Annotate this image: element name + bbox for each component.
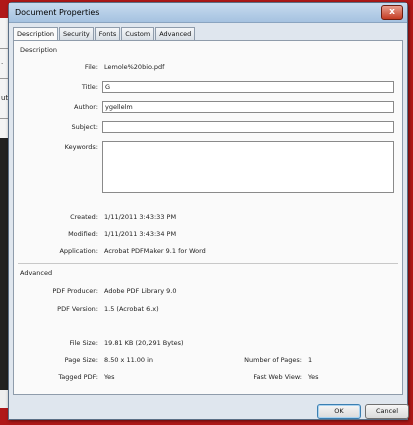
file-size-label: File Size: [69,339,98,347]
cancel-button[interactable]: Cancel [365,404,409,419]
dialog-titlebar[interactable]: Document Properties x [9,3,407,23]
pdf-producer-value: Adobe PDF Library 9.0 [104,287,177,295]
title-field[interactable]: G [102,81,394,93]
page-size-label: Page Size: [64,356,98,364]
title-label: Title: [81,83,98,91]
tab-description[interactable]: Description [13,27,59,41]
application-label: Application: [59,247,98,255]
pdf-producer-label: PDF Producer: [52,287,98,295]
number-of-pages-label: Number of Pages: [244,356,302,364]
dialog-title: Document Properties [15,8,100,17]
description-section-label: Description [20,46,58,54]
tab-bar: Description Security Fonts Custom Advanc… [13,27,196,41]
tagged-pdf-value: Yes [104,373,115,381]
file-size-value: 19.81 KB (20,291 Bytes) [104,339,184,347]
subject-label: Subject: [71,123,99,131]
tab-fonts[interactable]: Fonts [94,27,121,40]
tagged-pdf-label: Tagged PDF: [58,373,98,381]
number-of-pages-value: 1 [308,356,313,364]
advanced-section-label: Advanced [20,269,53,277]
file-label: File: [84,63,98,71]
document-properties-dialog: Document Properties x Description Securi… [8,2,409,420]
description-panel: Description File: Lemole%20bio.pdf Title… [13,40,403,395]
keywords-label: Keywords: [64,143,98,151]
tab-custom[interactable]: Custom [121,27,155,40]
fast-web-view-label: Fast Web View: [253,373,302,381]
subject-field[interactable] [102,121,394,133]
created-label: Created: [70,213,98,221]
tab-security[interactable]: Security [59,27,94,40]
close-button[interactable]: x [381,5,403,20]
tab-advanced[interactable]: Advanced [155,27,196,40]
pdf-version-label: PDF Version: [57,305,98,313]
file-value: Lemole%20bio.pdf [104,63,165,71]
modified-label: Modified: [68,230,98,238]
fast-web-view-value: Yes [308,373,319,381]
close-icon: x [389,7,395,17]
background-text-fragment: . [1,58,4,66]
keywords-field[interactable] [102,141,394,193]
created-value: 1/11/2011 3:43:33 PM [104,213,177,221]
page-size-value: 8.50 x 11.00 in [104,356,154,364]
author-label: Author: [74,103,98,111]
modified-value: 1/11/2011 3:43:34 PM [104,230,177,238]
application-value: Acrobat PDFMaker 9.1 for Word [104,247,206,255]
ok-button[interactable]: OK [317,404,361,419]
pdf-version-value: 1.5 (Acrobat 6.x) [104,305,159,313]
section-divider [18,263,398,264]
author-field[interactable]: ygellelm [102,101,394,113]
